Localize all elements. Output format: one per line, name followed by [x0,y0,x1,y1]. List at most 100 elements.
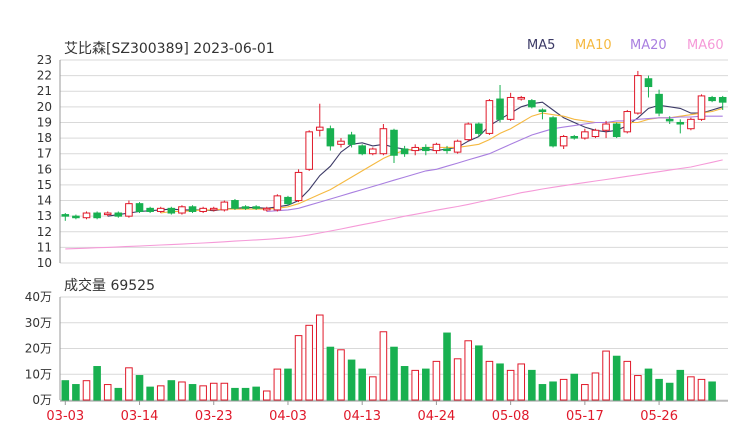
volume-bar [294,335,303,401]
volume-bar [411,369,419,401]
candle [103,212,112,216]
candle [485,100,494,134]
candle [305,131,313,170]
volume-bar [114,387,123,401]
volume-bar [220,382,229,401]
volume-bar [369,376,377,401]
volume-bar [262,390,271,401]
candle [400,148,409,155]
x-tick-label: 05-17 [566,409,604,424]
candle [602,123,610,131]
volume-bar [241,387,250,401]
x-tick-label: 03-03 [46,409,84,424]
candle [506,96,515,120]
stock-chart: 10 1112 1314 15 1617 18 1920 2122 23 0万 10万 20万 30万 4… [25,53,728,424]
volume-y-tick-label: 0万 [32,393,52,407]
volume-bar [156,385,165,401]
candle [612,123,621,138]
candle [623,111,632,133]
candle [273,195,282,211]
candle [188,206,197,212]
ma-line-ma60 [65,159,723,250]
candle [496,98,504,120]
candle [549,117,557,147]
volume-bar [612,355,621,401]
volume-bar [347,359,356,401]
volume-bar [453,358,462,401]
candle [61,214,70,217]
x-tick-label: 05-08 [492,409,530,424]
candle [591,129,600,138]
candle [135,203,144,212]
y-tick-label: 14 [37,194,52,208]
x-tick-label: 04-13 [343,409,381,424]
candle [93,212,101,219]
candle [538,109,547,113]
candle [220,201,229,211]
candle [347,134,356,145]
candle [517,96,526,100]
volume-bar [199,385,207,401]
volume-bar [273,368,282,401]
x-tick-label: 04-03 [269,409,307,424]
volume-bar [432,360,441,401]
candle [644,78,653,88]
volume-bar [400,366,409,401]
candle [422,146,430,152]
volume-bar [570,373,579,401]
volume-bar [549,381,557,401]
candle [114,212,123,217]
volume-bar [379,331,388,401]
candle [475,123,483,134]
candle [464,123,473,141]
volume-bar [103,384,112,401]
y-tick-label: 22 [37,69,52,83]
ma-line-ma10 [160,107,723,214]
volume-bar [538,384,547,401]
volume-bar [708,381,716,401]
volume-bar [485,360,494,401]
candle [528,100,536,108]
y-tick-label: 16 [37,162,52,176]
x-tick-label: 04-24 [418,409,456,424]
candle [687,118,695,130]
volume-bar [559,378,568,401]
candle [315,126,324,131]
y-tick-label: 12 [37,225,52,239]
candle [262,207,271,211]
volume-bar [252,386,260,401]
volume-bar [326,346,335,401]
volume-bar [61,380,70,401]
y-tick-label: 11 [37,240,52,254]
volume-bar [665,382,674,401]
volume-bar [82,380,91,401]
volume-bar [72,384,80,401]
candle [209,207,218,211]
candle [358,145,366,155]
volume-bar [135,375,144,401]
candle [241,206,250,209]
candle [284,196,292,205]
candle [443,148,451,152]
candle [167,207,176,214]
x-tick-label: 03-14 [121,409,159,424]
candle [156,207,165,212]
y-tick-label: 18 [37,131,52,145]
volume-bar [146,386,154,401]
candle [634,75,642,114]
volume-bar [591,372,600,401]
candle [337,140,345,145]
volume-bar [581,384,589,401]
volume-bar [209,382,218,401]
volume-bar [697,378,706,401]
volume-bar [390,346,398,401]
volume-y-tick-label: 10万 [25,367,52,381]
candle [125,203,133,217]
volume-bar [506,369,515,401]
volume-bar [178,381,186,401]
candle [326,128,335,147]
candle [655,93,663,114]
candle [581,131,589,139]
candle [231,200,239,209]
volume-bar [496,363,504,401]
